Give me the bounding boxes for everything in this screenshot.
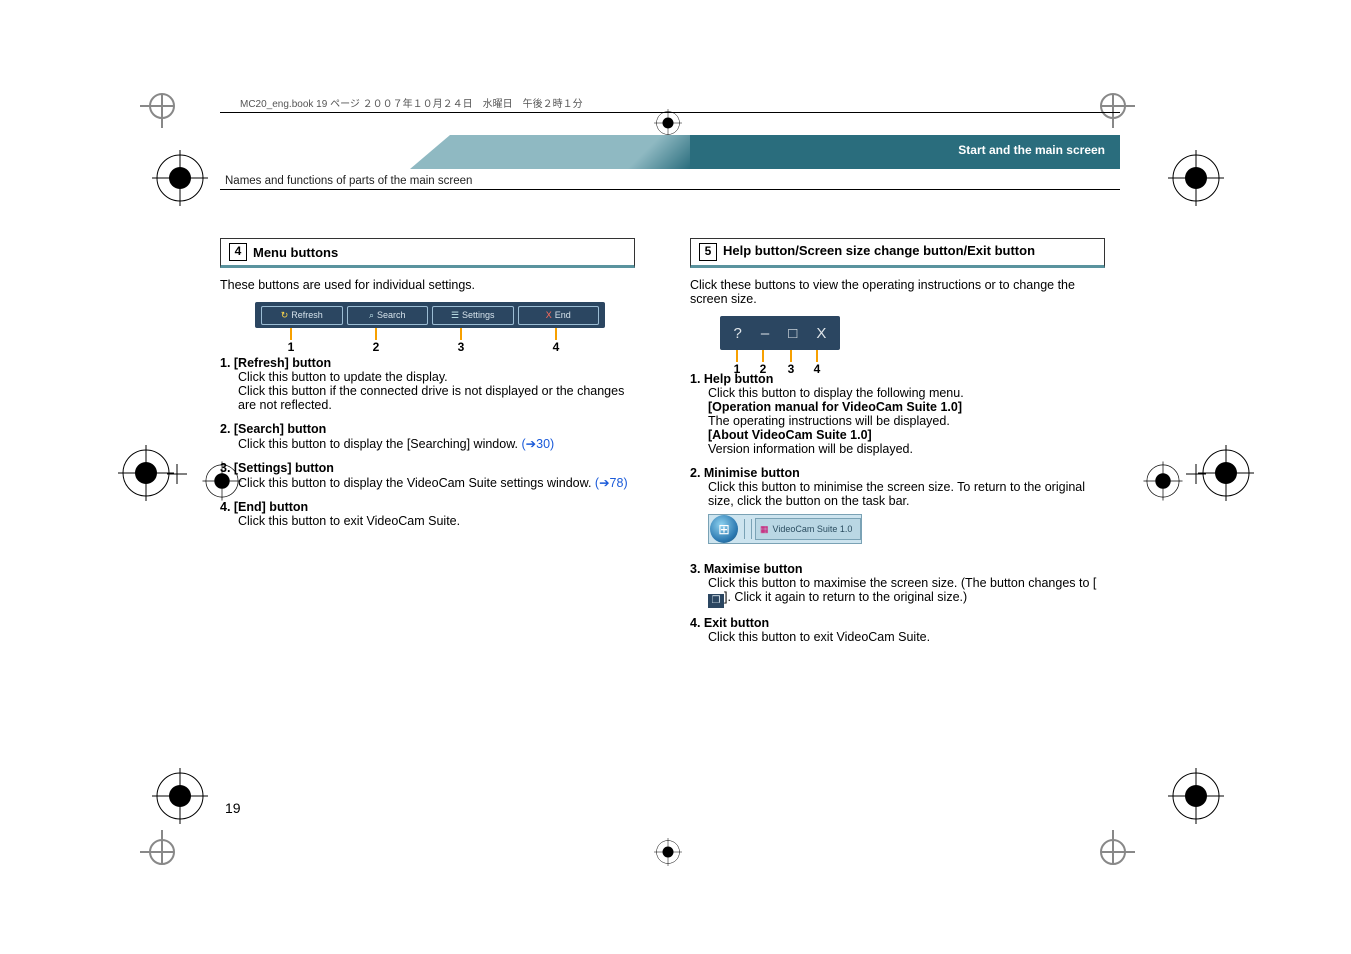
settings-button: ☰Settings <box>432 306 514 325</box>
running-header: MC20_eng.book 19 ページ ２００７年１０月２４日 水曜日 午後２… <box>220 95 1120 110</box>
item-exit-body: Click this button to exit VideoCam Suite… <box>708 630 1105 644</box>
registration-mark <box>654 838 682 866</box>
section-title-text: Menu buttons <box>253 245 338 260</box>
registration-mark <box>152 768 208 824</box>
item-maximise-body: Click this button to maximise the screen… <box>708 576 1105 606</box>
registration-mark <box>1168 150 1224 206</box>
item-minimise-body: Click this button to minimise the screen… <box>708 480 1105 508</box>
item-settings-title: 3. [Settings] button <box>220 461 635 475</box>
chapter-banner: Start and the main screen <box>220 135 1120 169</box>
section-number-box: 4 <box>229 243 247 261</box>
column-help-buttons: 5 Help button/Screen size change button/… <box>690 238 1105 654</box>
link-page-78[interactable]: (➔78) <box>595 476 628 490</box>
close-icon: X <box>546 308 552 323</box>
exit-icon: X <box>816 325 826 342</box>
start-orb-icon: ⊞ <box>710 515 738 543</box>
item-search-body: Click this button to display the [Search… <box>238 436 635 451</box>
help-icon: ? <box>734 325 742 342</box>
minimize-icon: – <box>761 325 769 342</box>
registration-mark <box>1198 445 1254 501</box>
toolbar-callouts: 1 2 3 4 <box>255 328 605 356</box>
registration-mark <box>118 445 174 501</box>
section-number-box: 5 <box>699 243 717 261</box>
crop-mark-bl <box>140 830 180 870</box>
restore-icon: ❐ <box>708 594 724 608</box>
app-square-icon: ▦ <box>760 524 769 535</box>
window-controls-callouts: 1 2 3 4 <box>720 350 832 372</box>
window-controls-image: ? – □ X <box>720 316 840 350</box>
refresh-icon: ↻ <box>281 308 289 323</box>
search-button: ⌕Search <box>347 306 429 325</box>
end-button: XEnd <box>518 306 600 325</box>
registration-mark <box>1168 768 1224 824</box>
chapter-title: Start and the main screen <box>958 143 1105 157</box>
item-end-body: Click this button to exit VideoCam Suite… <box>238 514 635 528</box>
item-end-title: 4. [End] button <box>220 500 635 514</box>
section-intro: These buttons are used for individual se… <box>220 278 635 292</box>
toolbar-image: ↻Refresh ⌕Search ☰Settings XEnd <box>255 302 605 328</box>
cross-mark <box>167 464 187 484</box>
section-intro: Click these buttons to view the operatin… <box>690 278 1105 306</box>
taskbar-image: ⊞ ▦ VideoCam Suite 1.0 <box>708 514 862 544</box>
item-minimise-title: 2. Minimise button <box>690 466 1105 480</box>
settings-icon: ☰ <box>451 308 459 323</box>
item-help-title: 1. Help button <box>690 372 1105 386</box>
item-settings-body: Click this button to display the VideoCa… <box>238 475 635 490</box>
refresh-button: ↻Refresh <box>261 306 343 325</box>
search-icon: ⌕ <box>369 308 374 323</box>
section-title-help-buttons: 5 Help button/Screen size change button/… <box>690 238 1105 268</box>
section-path: Names and functions of parts of the main… <box>220 175 1120 187</box>
section-title-menu-buttons: 4 Menu buttons <box>220 238 635 268</box>
crop-mark-br <box>1095 830 1135 870</box>
column-menu-buttons: 4 Menu buttons These buttons are used fo… <box>220 238 635 654</box>
crop-mark-tl <box>140 88 180 128</box>
page-number: 19 <box>225 800 241 816</box>
item-help-body: Click this button to display the followi… <box>708 386 1105 456</box>
registration-mark <box>1143 461 1182 500</box>
cross-mark <box>1186 464 1206 484</box>
item-refresh-body: Click this button to update the display.… <box>238 370 635 412</box>
item-search-title: 2. [Search] button <box>220 422 635 436</box>
maximize-icon: □ <box>788 325 797 342</box>
section-title-text: Help button/Screen size change button/Ex… <box>723 243 1035 258</box>
registration-mark <box>152 150 208 206</box>
item-maximise-title: 3. Maximise button <box>690 562 1105 576</box>
taskbar-app-button: ▦ VideoCam Suite 1.0 <box>755 518 861 540</box>
link-page-30[interactable]: (➔30) <box>521 437 554 451</box>
item-exit-title: 4. Exit button <box>690 616 1105 630</box>
item-refresh-title: 1. [Refresh] button <box>220 356 635 370</box>
